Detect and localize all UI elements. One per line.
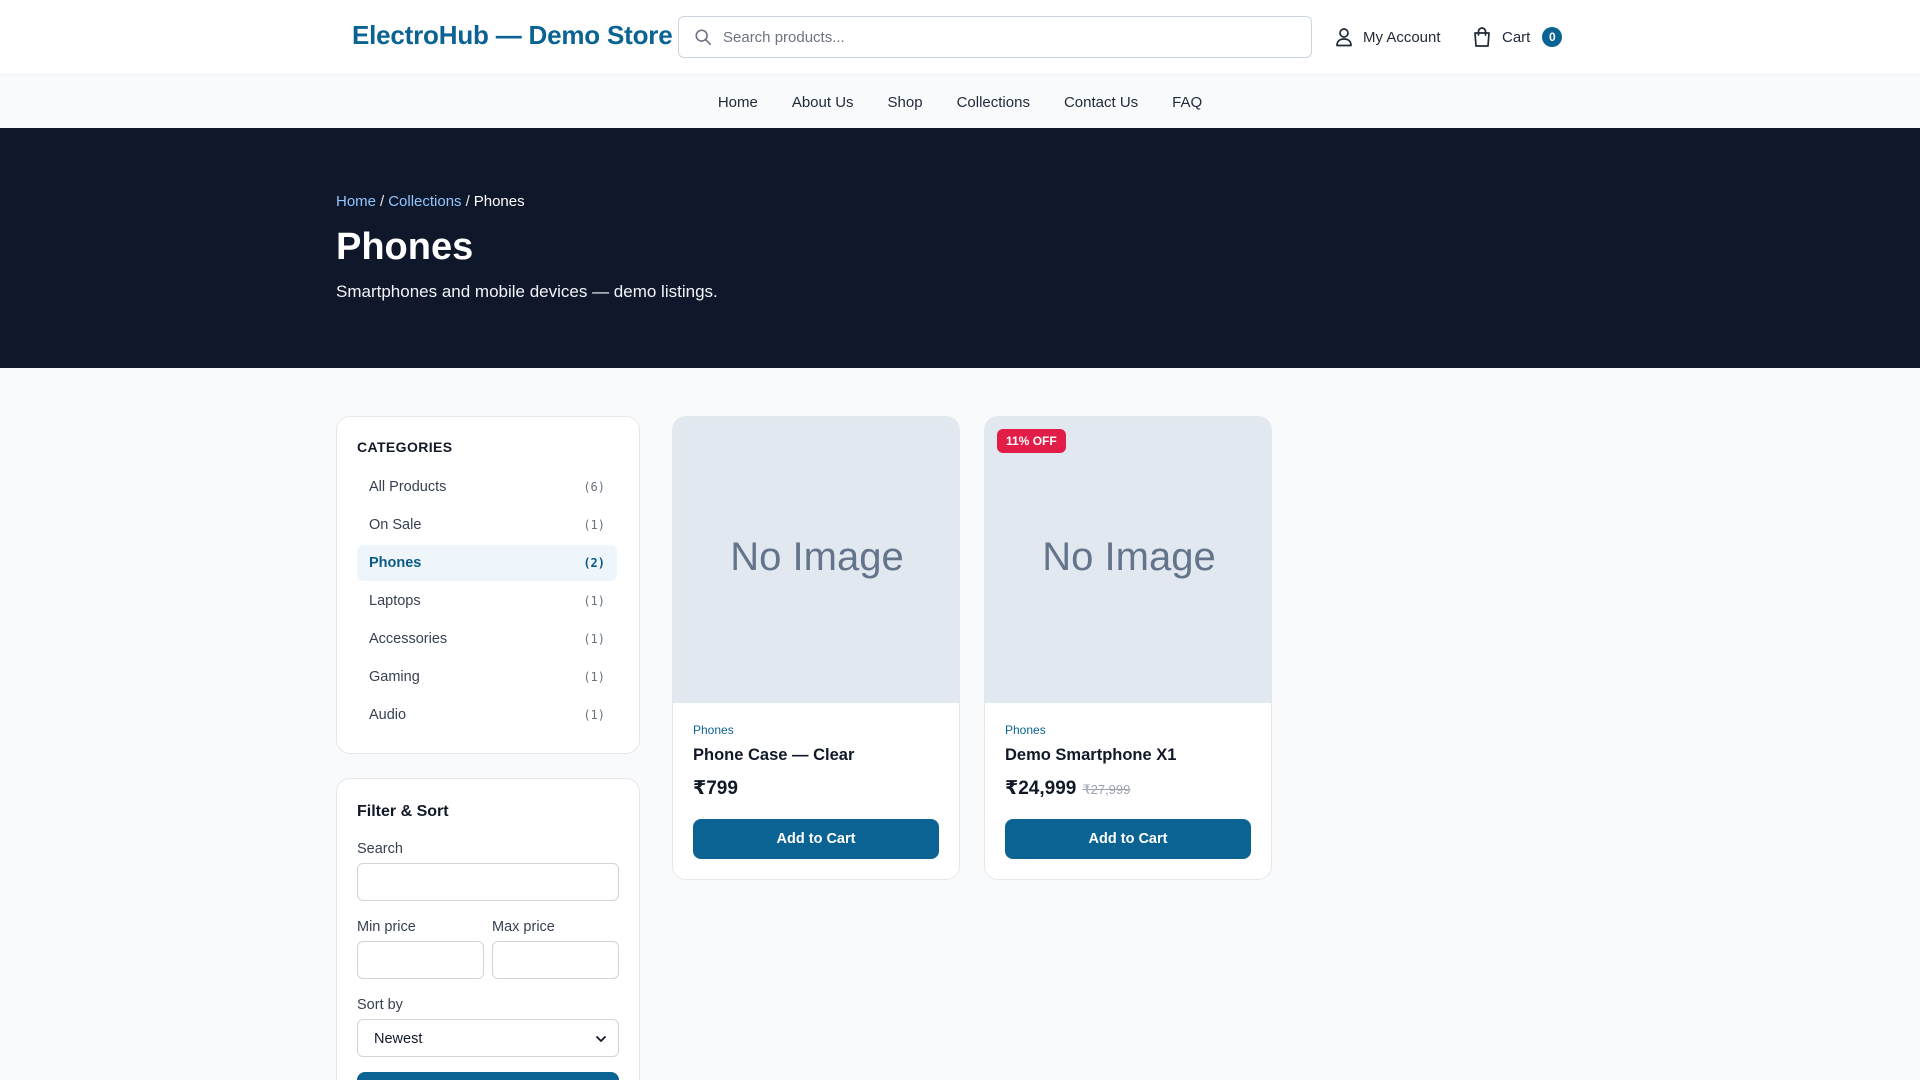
breadcrumb: Home / Collections / Phones	[336, 193, 525, 210]
my-account-label: My Account	[1363, 28, 1441, 46]
nav-faq[interactable]: FAQ	[1172, 94, 1202, 111]
filter-search-label: Search	[357, 841, 403, 857]
category-label: Audio	[369, 707, 407, 723]
collection-hero: Home / Collections / Phones Phones Smartphon…	[0, 128, 1920, 368]
filter-search-input[interactable]	[357, 863, 619, 901]
categories-heading: CATEGORIES	[357, 439, 453, 455]
product-image-placeholder[interactable]: No Image	[985, 417, 1271, 703]
product-name[interactable]: Phone Case — Clear	[693, 746, 854, 765]
discount-badge: 11% OFF	[997, 429, 1066, 453]
no-image-text: No Image	[1042, 535, 1216, 579]
cart-label: Cart	[1502, 28, 1531, 46]
nav-about-us[interactable]: About Us	[792, 94, 854, 111]
shopping-bag-icon	[1474, 27, 1490, 47]
no-image-text: No Image	[730, 535, 904, 579]
max-price-label: Max price	[492, 919, 555, 935]
breadcrumb-separator: /	[465, 193, 470, 210]
product-price-block: ₹799	[693, 777, 738, 800]
category-label: Laptops	[369, 593, 421, 609]
filter-sort-panel: Filter & Sort Search Min price Max price…	[336, 778, 640, 1080]
category-count: (1)	[583, 518, 605, 532]
category-label: Gaming	[369, 669, 420, 685]
category-all-products[interactable]: All Products (6)	[357, 469, 617, 505]
max-price-input[interactable]	[492, 941, 619, 979]
product-image-placeholder[interactable]: No Image	[673, 417, 959, 703]
search-icon	[695, 29, 712, 46]
add-to-cart-button[interactable]: Add to Cart	[693, 819, 939, 859]
product-category[interactable]: Phones	[1005, 723, 1046, 737]
product-price: ₹799	[693, 778, 738, 799]
product-price-block: ₹24,999 ₹27,999	[1005, 777, 1130, 800]
chevron-down-icon	[596, 1036, 606, 1042]
nav-home[interactable]: Home	[718, 94, 758, 111]
main-nav: Home About Us Shop Collections Contact U…	[0, 75, 1920, 129]
page-subtitle: Smartphones and mobile devices — demo li…	[336, 282, 718, 301]
sort-by-select[interactable]: Newest	[357, 1019, 619, 1057]
apply-filters-button[interactable]	[357, 1072, 619, 1080]
category-count: (1)	[583, 632, 605, 646]
category-label: Phones	[369, 555, 422, 571]
category-label: On Sale	[369, 517, 422, 533]
breadcrumb-separator: /	[380, 193, 385, 210]
category-list: All Products (6) On Sale (1) Phones (2) …	[357, 469, 617, 735]
search-bar[interactable]	[678, 16, 1312, 58]
categories-panel: CATEGORIES All Products (6) On Sale (1) …	[336, 416, 640, 754]
sort-by-label: Sort by	[357, 997, 403, 1013]
cart-link[interactable]: Cart 0	[1472, 25, 1563, 49]
add-to-cart-button[interactable]: Add to Cart	[1005, 819, 1251, 859]
category-on-sale[interactable]: On Sale (1)	[357, 507, 617, 543]
category-count: (1)	[583, 708, 605, 722]
filter-heading: Filter & Sort	[357, 803, 449, 820]
category-label: All Products	[369, 479, 447, 495]
breadcrumb-current: Phones	[473, 193, 525, 210]
min-price-input[interactable]	[357, 941, 484, 979]
search-input[interactable]	[723, 17, 1303, 57]
product-card[interactable]: No Image 11% OFF Phones Demo Smartphone …	[984, 416, 1272, 880]
category-accessories[interactable]: Accessories (1)	[357, 621, 617, 657]
product-price: ₹24,999	[1005, 778, 1077, 799]
category-count: (1)	[583, 670, 605, 684]
category-gaming[interactable]: Gaming (1)	[357, 659, 617, 695]
nav-shop[interactable]: Shop	[888, 94, 923, 111]
category-phones[interactable]: Phones (2)	[357, 545, 617, 581]
category-laptops[interactable]: Laptops (1)	[357, 583, 617, 619]
product-category[interactable]: Phones	[693, 723, 734, 737]
category-count: (6)	[583, 480, 605, 494]
my-account-link[interactable]: My Account	[1335, 26, 1441, 48]
breadcrumb-home[interactable]: Home	[336, 193, 376, 210]
page-title: Phones	[336, 226, 474, 268]
category-count: (1)	[583, 594, 605, 608]
site-header: ElectroHub — Demo Store My Account Cart …	[0, 0, 1920, 74]
sort-by-value: Newest	[374, 1031, 423, 1047]
nav-collections[interactable]: Collections	[957, 94, 1030, 111]
category-audio[interactable]: Audio (1)	[357, 697, 617, 733]
brand-logo[interactable]: ElectroHub — Demo Store	[352, 20, 673, 51]
cart-count-badge: 0	[1542, 27, 1563, 47]
nav-contact-us[interactable]: Contact Us	[1064, 94, 1138, 111]
min-price-label: Min price	[357, 919, 416, 935]
breadcrumb-collections[interactable]: Collections	[388, 193, 461, 210]
user-icon	[1336, 28, 1352, 47]
category-label: Accessories	[369, 631, 448, 647]
product-card[interactable]: No Image Phones Phone Case — Clear ₹799 …	[672, 416, 960, 880]
product-name[interactable]: Demo Smartphone X1	[1005, 746, 1176, 765]
main-navigation-bar: Home About Us Shop Collections Contact U…	[0, 74, 1920, 128]
category-count: (2)	[583, 556, 605, 570]
product-original-price: ₹27,999	[1082, 782, 1131, 797]
